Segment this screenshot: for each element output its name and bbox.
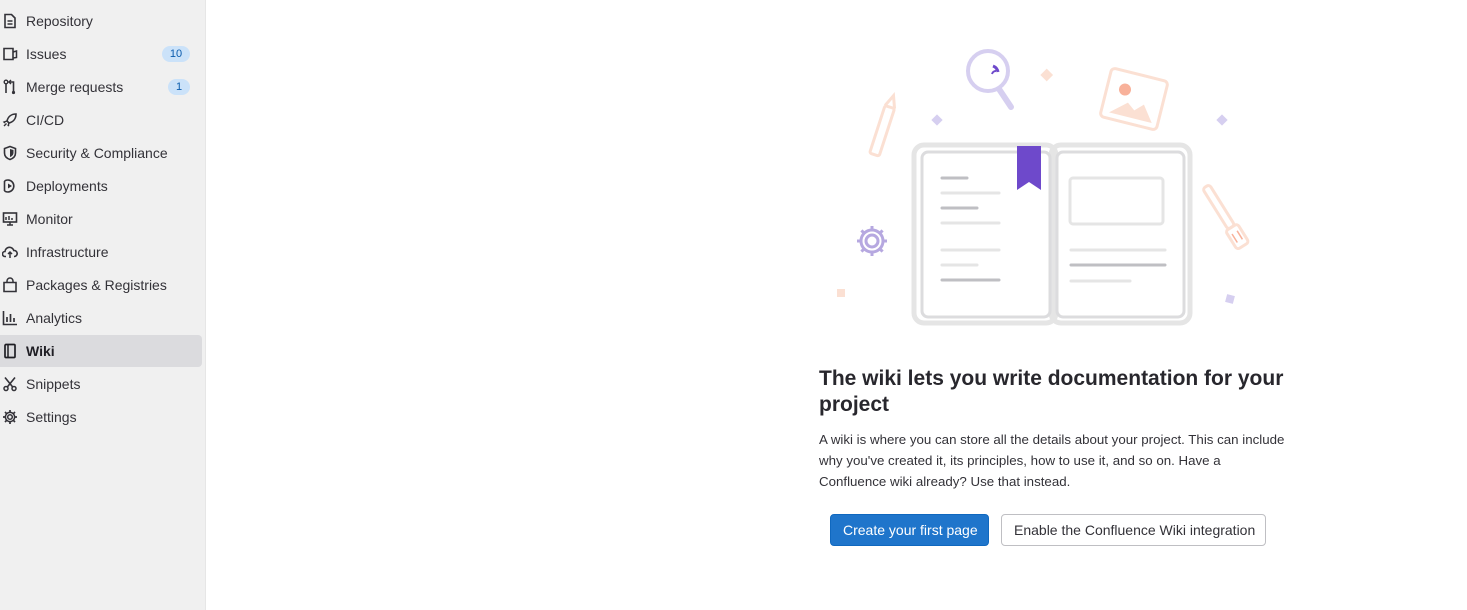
sidebar-item-packages[interactable]: Packages & Registries: [0, 269, 202, 301]
document-icon: [0, 5, 26, 37]
gear-icon: [0, 401, 26, 433]
sidebar-item-label: Merge requests: [26, 79, 124, 95]
empty-state-title: The wiki lets you write documentation fo…: [819, 367, 1284, 416]
wiki-empty-state-illustration: [837, 49, 1250, 326]
sidebar-item-analytics[interactable]: Analytics: [0, 302, 202, 334]
create-first-page-button[interactable]: Create your first page: [830, 514, 989, 546]
shield-icon: [0, 137, 26, 169]
chart-icon: [0, 302, 26, 334]
issues-icon: [0, 38, 26, 70]
rocket-icon: [0, 104, 26, 136]
deployments-icon: [0, 170, 26, 202]
sidebar-item-merge-requests[interactable]: Merge requests 1: [0, 71, 202, 103]
sidebar-item-snippets[interactable]: Snippets: [0, 368, 202, 400]
empty-state-description: A wiki is where you can store all the de…: [819, 432, 1285, 489]
book-icon: [0, 335, 26, 367]
sidebar-item-monitor[interactable]: Monitor: [0, 203, 202, 235]
sidebar-item-label: Issues: [26, 46, 67, 62]
sidebar-item-label: Infrastructure: [26, 244, 109, 260]
scissors-icon: [0, 368, 26, 400]
sidebar-item-label: Repository: [26, 13, 93, 29]
sidebar-item-issues[interactable]: Issues 10: [0, 38, 202, 70]
sidebar-item-label: CI/CD: [26, 112, 65, 128]
sidebar-item-label: Snippets: [26, 376, 81, 392]
sidebar-item-label: Monitor: [26, 211, 73, 227]
merge-request-icon: [0, 71, 26, 103]
sidebar-item-label: Wiki: [26, 343, 55, 359]
cloud-icon: [0, 236, 26, 268]
sidebar-item-label: Security & Compliance: [26, 145, 168, 161]
sidebar-item-label: Settings: [26, 409, 77, 425]
sidebar-item-wiki[interactable]: Wiki: [0, 335, 202, 367]
sidebar-item-settings[interactable]: Settings: [0, 401, 202, 433]
sidebar-item-label: Deployments: [26, 178, 108, 194]
enable-confluence-integration-button[interactable]: Enable the Confluence Wiki integration: [1001, 514, 1266, 546]
sidebar-item-repository[interactable]: Repository: [0, 5, 202, 37]
sidebar-item-infrastructure[interactable]: Infrastructure: [0, 236, 202, 268]
merge-requests-count-badge: 1: [168, 79, 190, 95]
sidebar-item-label: Packages & Registries: [26, 277, 167, 293]
sidebar-item-ci-cd[interactable]: CI/CD: [0, 104, 202, 136]
package-icon: [0, 269, 26, 301]
sidebar: Repository Issues 10 Merge requests 1 CI…: [0, 0, 206, 610]
monitor-icon: [0, 203, 26, 235]
sidebar-item-label: Analytics: [26, 310, 83, 326]
issues-count-badge: 10: [162, 46, 190, 62]
sidebar-item-deployments[interactable]: Deployments: [0, 170, 202, 202]
sidebar-item-security[interactable]: Security & Compliance: [0, 137, 202, 169]
